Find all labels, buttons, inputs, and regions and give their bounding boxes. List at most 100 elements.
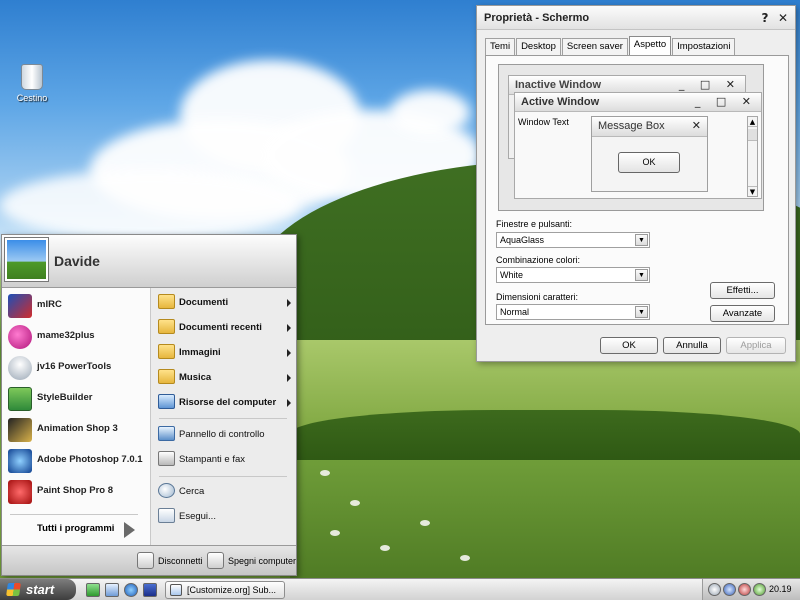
tab-temi[interactable]: Temi [485, 38, 516, 55]
tool-label: Cerca [179, 486, 205, 497]
tray-icon[interactable] [753, 583, 766, 596]
places-panel: Documenti Documenti recenti Immagini Mus… [150, 288, 296, 545]
tray-icon[interactable] [738, 583, 751, 596]
power-icon [207, 552, 224, 569]
close-button[interactable]: ✕ [775, 10, 791, 26]
search-item[interactable]: Cerca [155, 481, 295, 503]
place-documenti[interactable]: Documenti [155, 292, 295, 314]
tab-impostazioni[interactable]: Impostazioni [672, 38, 736, 55]
place-risorse-del-computer[interactable]: Risorse del computer [155, 392, 295, 414]
start-menu: Davide mIRC mame32plus jv16 PowerTools S… [1, 234, 297, 576]
avatar[interactable] [5, 238, 48, 281]
program-label: Paint Shop Pro 8 [37, 485, 114, 496]
windows-buttons-value: AquaGlass [500, 235, 545, 245]
dialog-titlebar[interactable]: Proprietà - Schermo ? ✕ [477, 6, 795, 30]
program-stylebuilder[interactable]: StyleBuilder [8, 385, 146, 413]
system-label: Pannello di controllo [179, 429, 265, 440]
logoff-icon [137, 552, 154, 569]
control-panel-item[interactable]: Pannello di controllo [155, 424, 295, 446]
tool-label: Esegui... [179, 511, 216, 522]
color-scheme-label: Combinazione colori: [496, 255, 581, 265]
submenu-arrow-icon [287, 324, 291, 332]
help-button[interactable]: ? [757, 10, 773, 26]
explorer-icon[interactable] [105, 583, 119, 597]
program-label: mIRC [37, 299, 62, 310]
inactive-window-caption-buttons: _ □ ✕ [678, 78, 741, 91]
preview-scrollbar: ▲ ▼ [747, 116, 758, 197]
submenu-arrow-icon [287, 299, 291, 307]
film-icon [8, 418, 32, 442]
folder-icon [158, 344, 175, 359]
clock[interactable]: 20.19 [769, 584, 792, 594]
mirc-icon [8, 294, 32, 318]
place-musica[interactable]: Musica [155, 367, 295, 389]
recycle-bin[interactable]: Cestino [10, 64, 54, 103]
place-label: Risorse del computer [179, 397, 277, 408]
place-label: Documenti recenti [179, 322, 262, 333]
submenu-arrow-icon [287, 374, 291, 382]
ok-button[interactable]: OK [600, 337, 658, 354]
scroll-up-icon: ▲ [748, 118, 757, 127]
run-icon [158, 508, 175, 523]
run-item[interactable]: Esegui... [155, 506, 295, 528]
submenu-arrow-icon [287, 349, 291, 357]
flower [330, 530, 340, 536]
program-paint-shop-pro[interactable]: Paint Shop Pro 8 [8, 478, 146, 506]
tray-icon[interactable] [708, 583, 721, 596]
foreground-meadow [290, 460, 800, 578]
paint-shop-pro-icon [8, 480, 32, 504]
cancel-button[interactable]: Annulla [663, 337, 721, 354]
control-panel-icon [158, 426, 175, 441]
advanced-button[interactable]: Avanzate [710, 305, 775, 322]
show-desktop-icon[interactable] [86, 583, 100, 597]
start-menu-header: Davide [2, 235, 296, 288]
tab-screen-saver[interactable]: Screen saver [561, 38, 628, 55]
color-scheme-select[interactable]: White ▼ [496, 267, 650, 283]
program-mirc[interactable]: mIRC [8, 292, 146, 320]
place-label: Immagini [179, 347, 221, 358]
place-documenti-recenti[interactable]: Documenti recenti [155, 317, 295, 339]
windows-logo-icon [6, 583, 21, 596]
printers-faxes-item[interactable]: Stampanti e fax [155, 449, 295, 471]
shutdown-label: Spegni computer [228, 556, 297, 566]
dialog-tabs: Temi Desktop Screen saver Aspetto Impost… [485, 36, 736, 55]
program-jv16-powertools[interactable]: jv16 PowerTools [8, 354, 146, 382]
flower [350, 500, 360, 506]
lightbulb-icon [8, 356, 32, 380]
all-programs-button[interactable]: Tutti i programmi [12, 520, 142, 540]
mame32plus-icon [8, 325, 32, 349]
active-window-caption-buttons: _ □ ✕ [694, 95, 757, 108]
start-button[interactable]: start [0, 579, 76, 600]
browser-window-icon [170, 584, 182, 596]
divider [10, 514, 138, 515]
start-label: start [26, 582, 55, 597]
save-icon[interactable] [143, 583, 157, 597]
tab-desktop[interactable]: Desktop [516, 38, 561, 55]
program-animation-shop[interactable]: Animation Shop 3 [8, 416, 146, 444]
message-box-preview: Message Box ✕ OK [591, 116, 708, 192]
taskbar-task-customize-org[interactable]: [Customize.org] Sub... [165, 581, 285, 599]
message-box-ok-button: OK [618, 152, 680, 173]
apply-button[interactable]: Applica [726, 337, 786, 354]
program-label: Adobe Photoshop 7.0.1 [37, 454, 143, 465]
start-menu-footer: Disconnetti Spegni computer [2, 545, 296, 575]
tab-aspetto[interactable]: Aspetto [628, 36, 672, 55]
internet-explorer-icon[interactable] [124, 583, 138, 597]
program-adobe-photoshop[interactable]: Adobe Photoshop 7.0.1 [8, 447, 146, 475]
taskbar: start [Customize.org] Sub... 20.19 [0, 578, 800, 600]
place-immagini[interactable]: Immagini [155, 342, 295, 364]
active-window-title: Active Window [521, 96, 600, 108]
font-size-select[interactable]: Normal ▼ [496, 304, 650, 320]
windows-buttons-select[interactable]: AquaGlass ▼ [496, 232, 650, 248]
program-label: Animation Shop 3 [37, 423, 118, 434]
tray-icon[interactable] [723, 583, 736, 596]
message-box-close-icon: ✕ [691, 119, 701, 132]
flower [380, 545, 390, 551]
program-label: mame32plus [37, 330, 95, 341]
program-label: StyleBuilder [37, 392, 93, 403]
effects-button[interactable]: Effetti... [710, 282, 775, 299]
program-mame32plus[interactable]: mame32plus [8, 323, 146, 351]
folder-icon [158, 369, 175, 384]
pinned-programs: mIRC mame32plus jv16 PowerTools StyleBui… [2, 288, 150, 545]
scroll-thumb [748, 129, 757, 141]
